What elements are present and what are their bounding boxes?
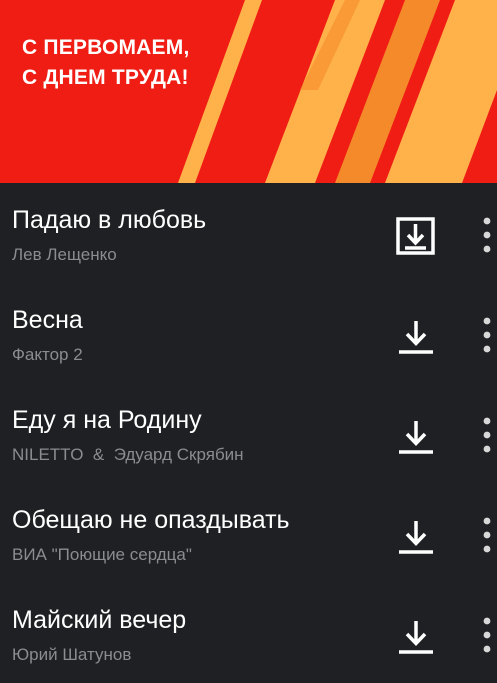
- track-title: Обещаю не опаздывать: [12, 506, 290, 534]
- download-boxed-icon[interactable]: [395, 215, 437, 257]
- download-icon[interactable]: [395, 315, 437, 357]
- track-artist: NILETTO & Эдуард Скрябин: [12, 445, 244, 464]
- track-artist: Лев Лещенко: [12, 245, 117, 264]
- track-row[interactable]: Майский вечер Юрий Шатунов: [0, 583, 497, 683]
- track-row[interactable]: Обещаю не опаздывать ВИА "Поющие сердца": [0, 483, 497, 583]
- more-options-icon[interactable]: [476, 613, 496, 657]
- track-row[interactable]: Падаю в любовь Лев Лещенко: [0, 183, 497, 283]
- more-options-icon[interactable]: [476, 213, 496, 257]
- track-title: Падаю в любовь: [12, 206, 207, 234]
- track-artist: Юрий Шатунов: [12, 645, 132, 664]
- more-options-icon[interactable]: [476, 513, 496, 557]
- track-title: Еду я на Родину: [12, 406, 202, 434]
- track-artist: ВИА "Поющие сердца": [12, 545, 192, 564]
- more-options-icon[interactable]: [476, 313, 496, 357]
- banner-line-1: С ПЕРВОМАЕМ,: [22, 36, 190, 59]
- track-row[interactable]: Весна Фактор 2: [0, 283, 497, 383]
- banner-line-2: С ДНЕМ ТРУДА!: [22, 66, 189, 89]
- download-icon[interactable]: [395, 515, 437, 557]
- download-icon[interactable]: [395, 415, 437, 457]
- track-title: Майский вечер: [12, 606, 187, 634]
- track-list: Падаю в любовь Лев Лещенко Весна Фактор …: [0, 183, 497, 683]
- track-title: Весна: [12, 306, 83, 334]
- download-icon[interactable]: [395, 615, 437, 657]
- promo-banner[interactable]: С ПЕРВОМАЕМ, С ДНЕМ ТРУДА!: [0, 0, 497, 183]
- track-row[interactable]: Еду я на Родину NILETTO & Эдуард Скрябин: [0, 383, 497, 483]
- more-options-icon[interactable]: [476, 413, 496, 457]
- track-artist: Фактор 2: [12, 345, 83, 364]
- banner-caption: С ПЕРВОМАЕМ, С ДНЕМ ТРУДА!: [22, 33, 189, 93]
